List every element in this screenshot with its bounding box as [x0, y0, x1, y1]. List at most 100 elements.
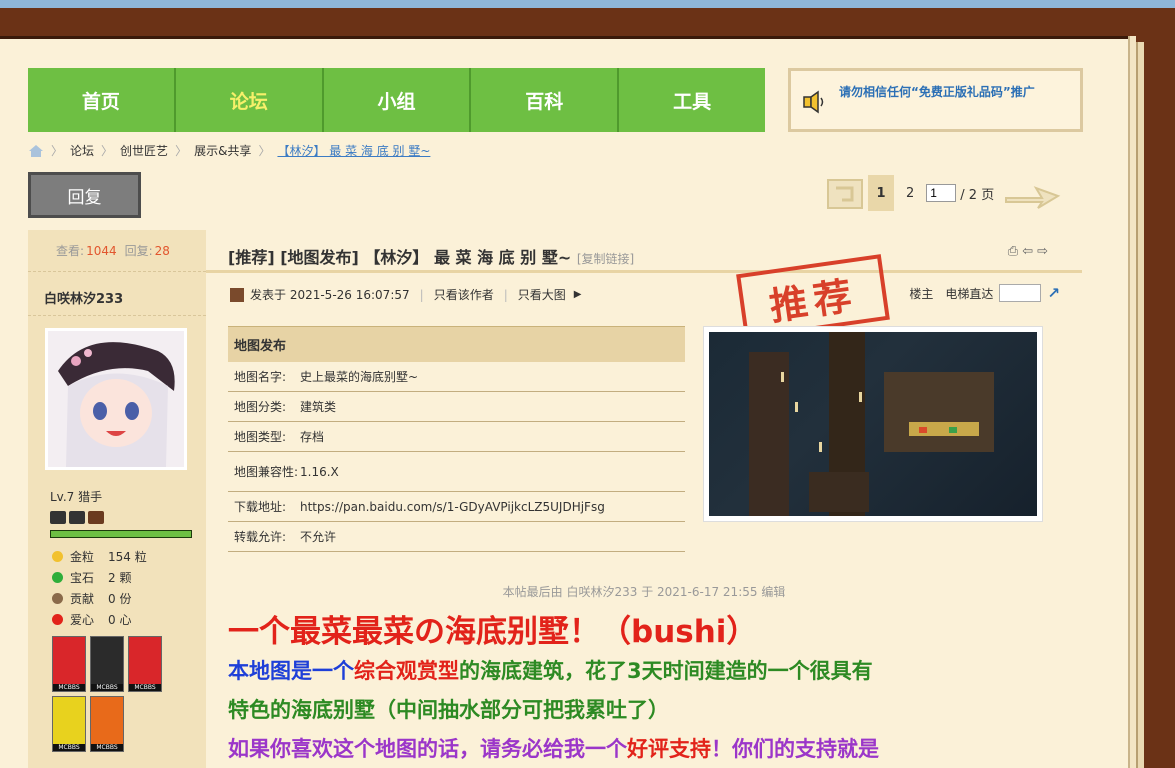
credit-label: 宝石	[70, 571, 95, 585]
table-row: 地图兼容性: 1.16.X	[228, 452, 685, 492]
credit-gem: 宝石 2 颗	[52, 567, 206, 588]
medal-windows[interactable]: MCBBS	[52, 636, 86, 692]
user-level: Lv.7 猎手	[50, 490, 103, 504]
page-total: / 2 页	[960, 187, 995, 203]
credit-contribution: 贡献 0 份	[52, 588, 206, 609]
breadcrumb-current[interactable]: 【林汐】 最 菜 海 底 别 墅~	[277, 142, 430, 159]
speaker-icon	[803, 90, 824, 114]
credit-label: 金粒	[70, 550, 95, 564]
table-row: 转载允许: 不允许	[228, 522, 685, 552]
xp-bar	[50, 530, 192, 538]
views-count: 1044	[86, 243, 117, 258]
table-row: 地图类型: 存档	[228, 422, 685, 452]
page-jump-input[interactable]	[926, 184, 957, 202]
replies-label: 回复:	[124, 244, 153, 258]
medal-ore[interactable]: MCBBS	[90, 636, 124, 692]
download-link[interactable]: https://pan.baidu.com/s/1-GDyAVPijkcLZ5U…	[300, 500, 685, 514]
pagination: 1 2 / 2 页	[826, 174, 1062, 212]
credit-love: 爱心 0 心	[52, 609, 206, 630]
breadcrumb-board[interactable]: 创世匠艺	[120, 142, 168, 159]
medal-music[interactable]: MCBBS	[90, 696, 124, 752]
breadcrumb-separator: 〉	[101, 144, 114, 158]
replies-count: 28	[154, 243, 170, 258]
text-segment: 的海底建筑，花了3天时间建造的一个很具有	[459, 659, 873, 683]
author-mini-avatar	[230, 287, 244, 302]
row-label: 地图分类:	[234, 399, 287, 414]
emerald-icon	[52, 572, 63, 583]
anime-girl-avatar-image	[48, 331, 184, 467]
reply-button[interactable]: 回复	[28, 172, 141, 218]
post-body: [推荐] [地图发布] 【林汐】 最 菜 海 底 别 墅~ [复制链接] ⎙⇦⇨…	[206, 230, 1082, 768]
home-icon[interactable]	[28, 144, 44, 158]
meta-separator: |	[419, 287, 424, 302]
table-row: 下载地址: https://pan.baidu.com/s/1-GDyAVPij…	[228, 492, 685, 522]
text-segment: 综合观赏型	[354, 659, 459, 683]
page-edge	[1136, 42, 1144, 768]
gold-nugget-icon	[52, 551, 63, 562]
jump-go-icon[interactable]: ↗	[1047, 284, 1060, 302]
table-row: 地图分类: 建筑类	[228, 392, 685, 422]
views-label: 查看:	[56, 244, 85, 258]
back-arrow-icon[interactable]	[826, 174, 866, 212]
thread-stats: 查看: 1044 回复: 28	[28, 230, 206, 272]
medal-label: MCBBS	[91, 744, 123, 751]
prev-thread-icon[interactable]: ⇦	[1022, 244, 1037, 259]
play-triangle-icon[interactable]: ▶	[574, 289, 582, 300]
text-segment: ！你们的支持就是	[711, 737, 879, 761]
floor-jump-input[interactable]	[999, 284, 1042, 302]
big-image-link[interactable]: 只看大图	[518, 286, 566, 303]
nav-tools[interactable]: 工具	[619, 68, 765, 132]
breadcrumb-subboard[interactable]: 展示&共享	[194, 142, 251, 159]
map-screenshot[interactable]	[703, 326, 1043, 522]
credit-value: 0 份	[108, 592, 132, 606]
title-divider	[206, 270, 1082, 273]
page-current[interactable]: 1	[868, 175, 894, 211]
underwater-villa-image	[709, 332, 1037, 516]
map-info-table: 地图发布 地图名字: 史上最菜的海底别墅~ 地图分类: 建筑类 地图类型: 存档…	[228, 326, 685, 552]
post-heading: 一个最菜最菜の海底别墅！（bushi）	[228, 614, 758, 650]
author-username[interactable]: 白咲林汐233	[28, 272, 206, 316]
row-value: 不允许	[300, 530, 337, 544]
post-line-1: 本地图是一个综合观赏型的海底建筑，花了3天时间建造的一个很具有	[228, 654, 873, 688]
medal-label: MCBBS	[53, 684, 85, 691]
medal-pickaxe[interactable]: MCBBS	[52, 696, 86, 752]
nav-groups[interactable]: 小组	[324, 68, 472, 132]
breadcrumb-separator: 〉	[51, 144, 64, 158]
nav-wiki[interactable]: 百科	[471, 68, 620, 132]
post-meta: 发表于 2021-5-26 16:07:57 | 只看该作者 | 只看大图 ▶	[230, 286, 581, 303]
author-only-link[interactable]: 只看该作者	[434, 286, 494, 303]
xp-bar-fill	[51, 531, 191, 537]
notice-text: 请勿相信任何“免费正版礼品码”推广	[839, 85, 1035, 99]
breadcrumb-separator: 〉	[175, 144, 188, 158]
breadcrumb-forum[interactable]: 论坛	[70, 142, 94, 159]
medal-java[interactable]: MCBBS	[128, 636, 162, 692]
text-segment: 好评支持	[627, 737, 711, 761]
medal-label: MCBBS	[53, 744, 85, 751]
copy-link-button[interactable]: [复制链接]	[577, 252, 634, 266]
row-value: 史上最菜的海底别墅~	[300, 370, 419, 384]
table-row: 地图名字: 史上最菜的海底别墅~	[228, 362, 685, 392]
avatar[interactable]	[45, 328, 187, 470]
player-head-icon	[69, 511, 85, 524]
sky-strip	[0, 0, 1175, 8]
notice-banner[interactable]: 请勿相信任何“免费正版礼品码”推广	[788, 68, 1083, 132]
nav-forum[interactable]: 论坛	[176, 68, 324, 132]
text-segment: 如果你喜欢这个地图的话，请务必给我一个	[228, 737, 627, 761]
player-head-icon	[88, 511, 104, 524]
row-label: 地图类型:	[234, 429, 287, 444]
table-header: 地图发布	[228, 326, 685, 362]
jump-label: 电梯直达	[945, 286, 994, 301]
page-2-link[interactable]: 2	[894, 186, 926, 201]
post-line-3: 如果你喜欢这个地图的话，请务必给我一个好评支持！你们的支持就是	[228, 732, 879, 766]
medal-label: MCBBS	[91, 684, 123, 691]
post-date: 发表于 2021-5-26 16:07:57	[250, 288, 410, 302]
author-sidebar: 查看: 1044 回复: 28 白咲林汐233 Lv.7 猎手 金粒 154 粒	[28, 230, 206, 768]
apple-icon	[52, 614, 63, 625]
breadcrumb: 〉 论坛 〉 创世匠艺 〉 展示&共享 〉 【林汐】 最 菜 海 底 别 墅~	[28, 142, 430, 159]
print-icon[interactable]: ⎙	[1008, 244, 1022, 259]
next-thread-icon[interactable]: ⇨	[1037, 244, 1052, 259]
next-arrow-icon[interactable]	[1002, 174, 1062, 212]
nav-home[interactable]: 首页	[28, 68, 176, 132]
user-credits: 金粒 154 粒 宝石 2 颗 贡献 0 份 爱心 0 心	[28, 538, 206, 630]
row-value: 1.16.X	[300, 464, 339, 479]
